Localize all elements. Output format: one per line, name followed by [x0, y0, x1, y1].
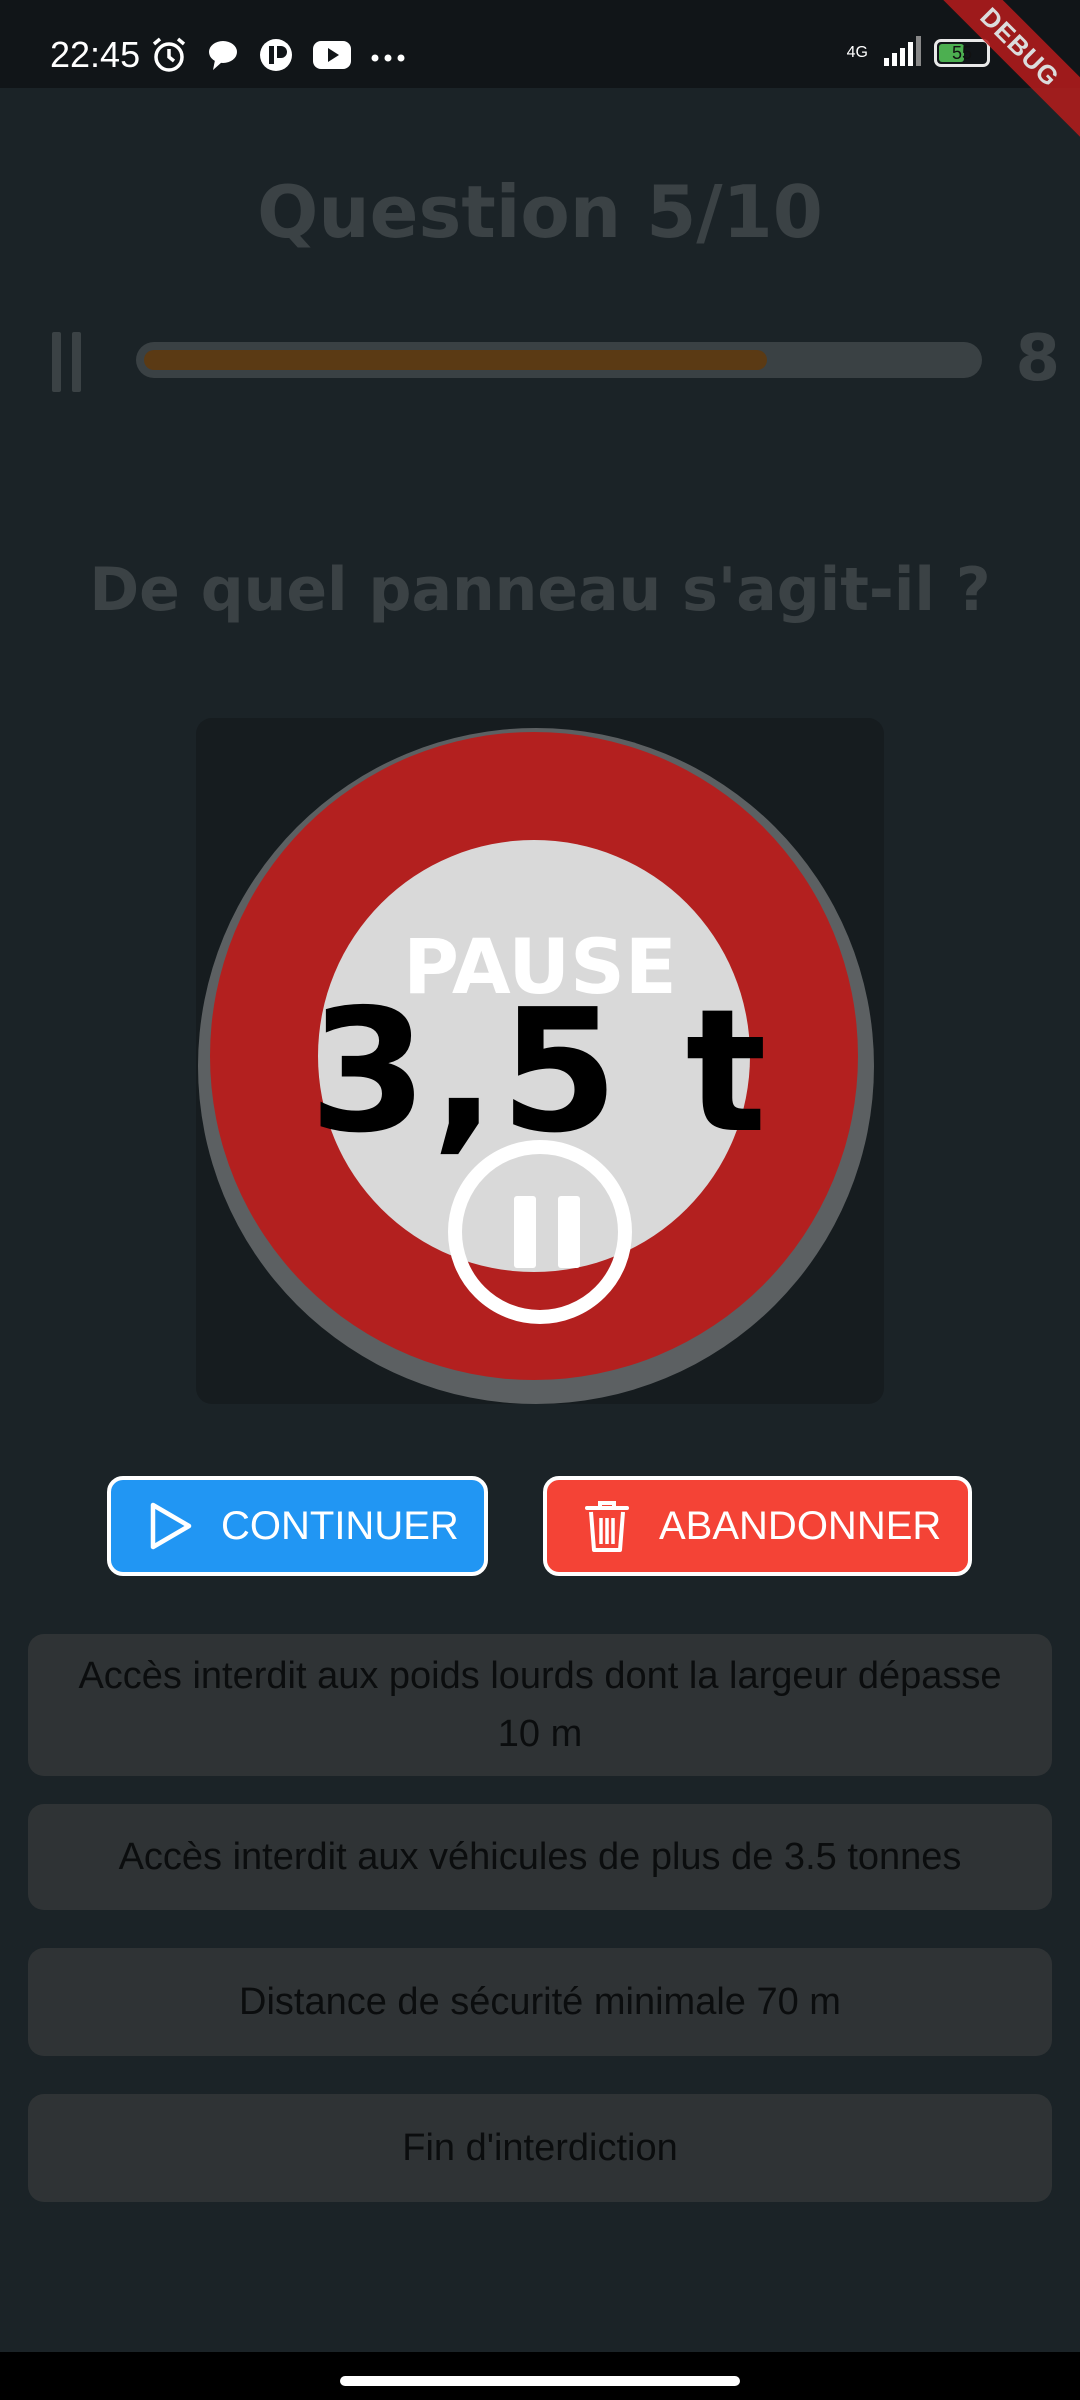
- question-text: De quel panneau s'agit-il ?: [89, 555, 991, 625]
- youtube-icon: [312, 40, 352, 74]
- home-handle[interactable]: [340, 2376, 740, 2386]
- abandon-label: ABANDONNER: [659, 1503, 942, 1548]
- more-icon: [370, 48, 406, 67]
- play-icon: [147, 1501, 193, 1551]
- status-system-icons: 4G 55: [847, 36, 990, 70]
- status-time: 22:45: [50, 34, 141, 75]
- abandon-button[interactable]: ABANDONNER: [543, 1476, 972, 1576]
- timer-progress-fill: [144, 350, 767, 370]
- quiz-screen: 22:45 4G 55 DEBUG Question 5/10 8 De que…: [0, 0, 1080, 2400]
- trash-icon: [583, 1498, 631, 1554]
- answer-option-4[interactable]: Fin d'interdiction: [28, 2094, 1052, 2202]
- battery-level: 55: [951, 43, 973, 63]
- timer-progress-bar: [136, 342, 982, 378]
- status-bar: 22:45 4G 55 DEBUG: [0, 0, 1080, 154]
- status-notification-icons: [150, 36, 406, 78]
- app-icon: [258, 37, 294, 77]
- answer-option-1[interactable]: Accès interdit aux poids lourds dont la …: [28, 1634, 1052, 1776]
- timer-value: 8: [1015, 322, 1060, 396]
- signal-icon: [882, 36, 922, 70]
- page-title: Question 5/10: [257, 170, 823, 254]
- continue-button[interactable]: CONTINUER: [107, 1476, 488, 1576]
- battery-icon: 55: [934, 39, 990, 67]
- answer-option-3[interactable]: Distance de sécurité minimale 70 m: [28, 1948, 1052, 2056]
- alarm-icon: [150, 36, 188, 78]
- answer-option-2[interactable]: Accès interdit aux véhicules de plus de …: [28, 1804, 1052, 1910]
- pause-icon[interactable]: [48, 332, 88, 392]
- network-label: 4G: [846, 44, 868, 61]
- continue-label: CONTINUER: [221, 1503, 459, 1548]
- pause-label: PAUSE: [403, 922, 677, 1011]
- chat-icon: [206, 38, 240, 76]
- navigation-bar: [0, 2352, 1080, 2400]
- pause-circle-icon: [448, 1140, 632, 1324]
- debug-banner: DEBUG: [913, 0, 1080, 154]
